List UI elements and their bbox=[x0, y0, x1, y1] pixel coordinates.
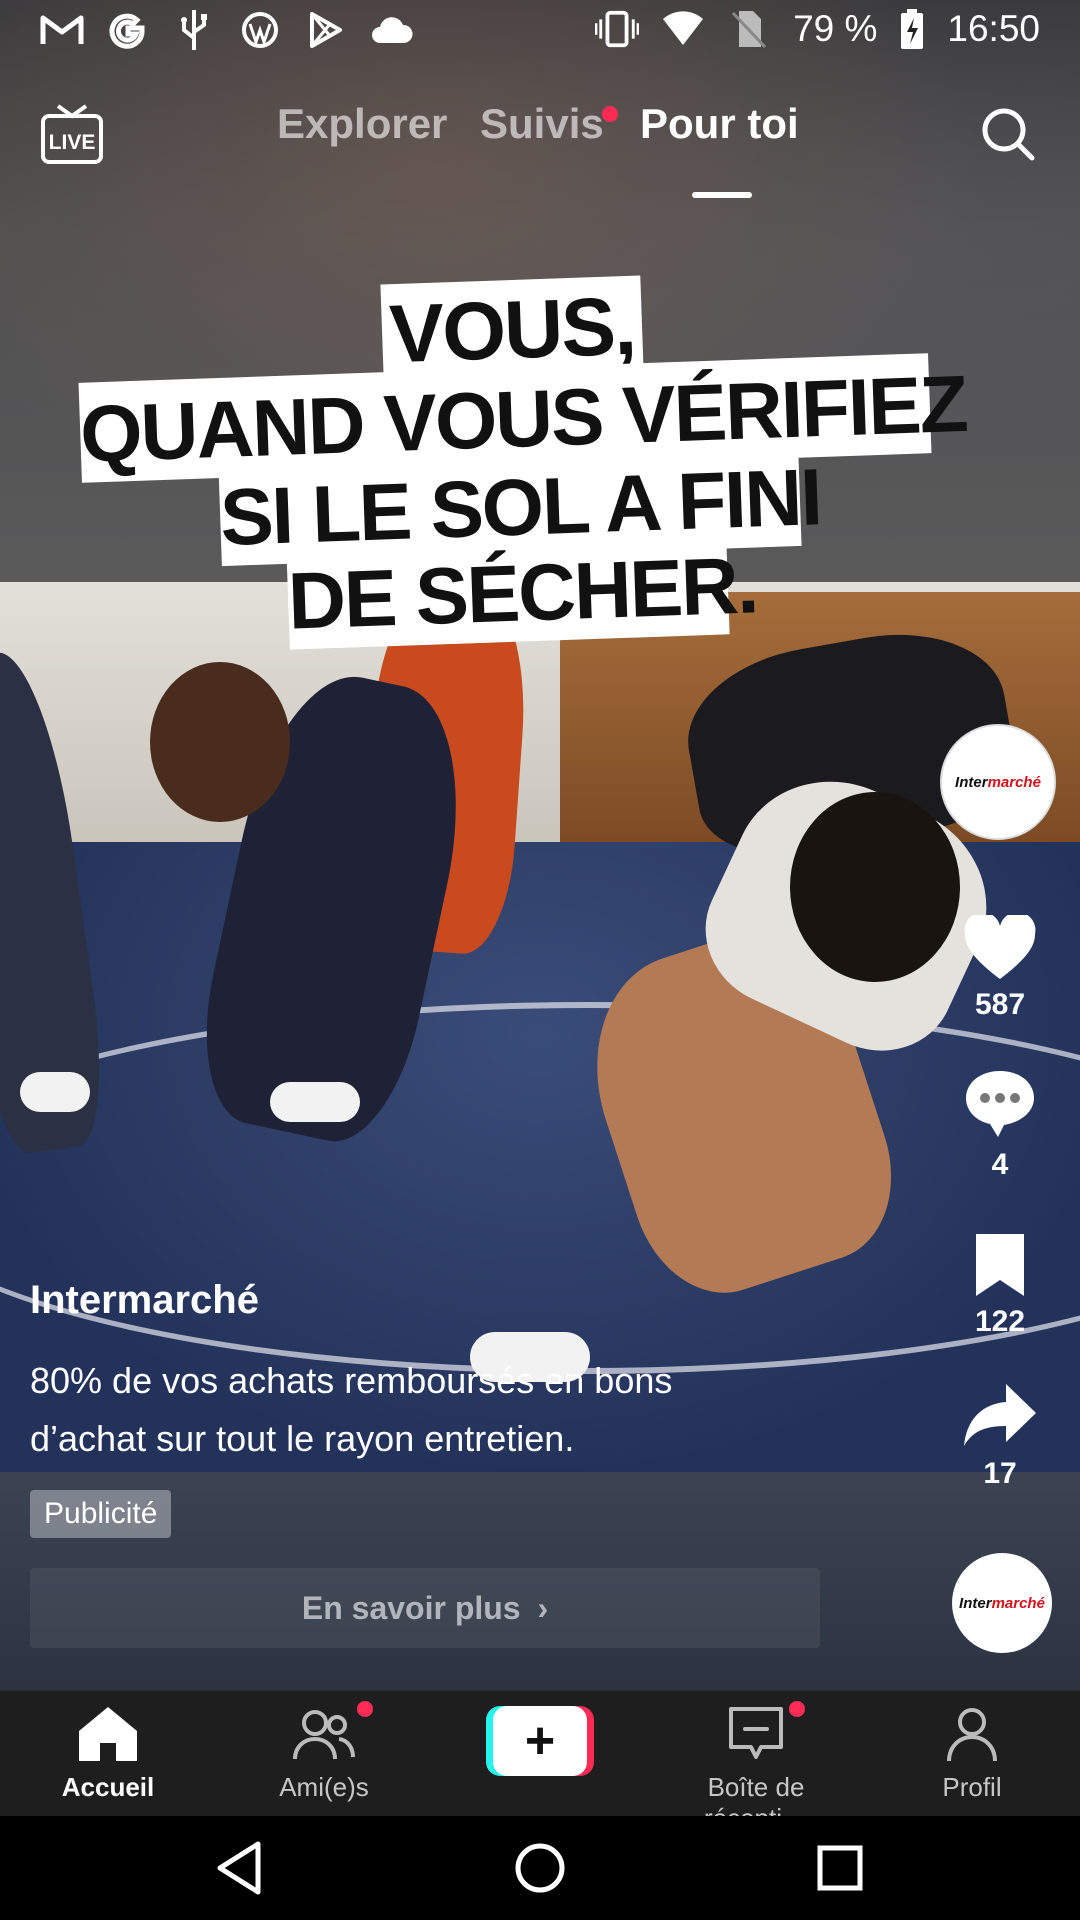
home-nav-button[interactable] bbox=[510, 1838, 570, 1898]
system-navigation-bar bbox=[0, 1816, 1080, 1920]
tab-profil[interactable]: Profil bbox=[872, 1705, 1072, 1803]
wordpress-icon bbox=[238, 10, 282, 50]
tab-label: Accueil bbox=[61, 1772, 155, 1802]
active-tab-indicator bbox=[692, 192, 752, 198]
bookmark-button[interactable]: 122 bbox=[940, 1230, 1060, 1339]
sound-disc[interactable]: Intermarché bbox=[952, 1553, 1052, 1653]
feed-tabs: Explorer Suivis Pour toi bbox=[0, 100, 1080, 198]
recents-icon bbox=[817, 1845, 863, 1891]
bookmark-count: 122 bbox=[974, 1305, 1026, 1338]
status-bar: 79 % 16:50 bbox=[0, 0, 1080, 62]
wifi-icon bbox=[661, 9, 705, 49]
back-button[interactable] bbox=[210, 1838, 270, 1898]
top-navigation: LIVE Explorer Suivis Pour toi bbox=[0, 90, 1080, 200]
intermarche-logo: Intermarché bbox=[959, 1594, 1045, 1612]
tab-inbox[interactable]: Boîte de récepti… bbox=[656, 1705, 856, 1834]
cloud-icon bbox=[370, 10, 414, 50]
search-button[interactable] bbox=[980, 106, 1036, 162]
tab-pour-toi[interactable]: Pour toi bbox=[640, 100, 799, 148]
status-icons-left bbox=[40, 10, 414, 50]
ad-badge: Publicité bbox=[30, 1490, 172, 1538]
home-circle-icon bbox=[515, 1843, 565, 1893]
recents-button[interactable] bbox=[810, 1838, 870, 1898]
tab-label: Profil bbox=[942, 1772, 1002, 1802]
search-icon bbox=[982, 108, 1035, 161]
tab-label: Ami(e)s bbox=[279, 1772, 369, 1802]
tab-suivis[interactable]: Suivis bbox=[480, 100, 604, 148]
gmail-icon bbox=[40, 10, 84, 50]
bookmark-icon bbox=[976, 1234, 1024, 1296]
like-count: 587 bbox=[974, 988, 1026, 1021]
tab-explorer[interactable]: Explorer bbox=[277, 100, 447, 148]
back-icon bbox=[217, 1841, 261, 1895]
learn-more-label: En savoir plus bbox=[301, 1590, 521, 1626]
bottom-tab-bar: Accueil Ami(e)s + Boîte de récepti… Prof… bbox=[0, 1690, 1080, 1833]
like-button[interactable]: 587 bbox=[940, 912, 1060, 1022]
battery-percent: 79 % bbox=[793, 8, 878, 49]
intermarche-logo: Intermarché bbox=[955, 773, 1041, 791]
share-count: 17 bbox=[983, 1457, 1017, 1490]
status-icons-right: 79 % 16:50 bbox=[595, 8, 1040, 50]
battery-charging-icon bbox=[899, 9, 925, 49]
inbox-notification-dot bbox=[789, 1701, 805, 1717]
google-icon bbox=[106, 10, 150, 50]
caption-line: DE SÉCHER. bbox=[286, 534, 758, 650]
video-caption: VOUS, QUAND VOUS VÉRIFIEZ SI LE SOL A FI… bbox=[78, 275, 968, 660]
inbox-icon bbox=[729, 1707, 783, 1759]
video-frame bbox=[0, 582, 1080, 1472]
comment-icon bbox=[966, 1071, 1034, 1137]
learn-more-button[interactable]: En savoir plus › bbox=[30, 1568, 820, 1648]
post-description: 80% de vos achats remboursés en bons d’a… bbox=[30, 1360, 673, 1459]
share-button[interactable]: 17 bbox=[940, 1380, 1060, 1491]
chevron-right-icon: › bbox=[537, 1590, 549, 1626]
sock bbox=[20, 1072, 90, 1112]
author-avatar[interactable]: Intermarché bbox=[940, 724, 1056, 840]
amis-notification-dot bbox=[357, 1701, 373, 1717]
comment-count: 4 bbox=[991, 1148, 1009, 1181]
plus-icon: + bbox=[493, 1706, 587, 1776]
play-store-icon bbox=[304, 10, 348, 50]
usb-icon bbox=[172, 10, 216, 50]
home-icon bbox=[79, 1707, 137, 1761]
share-icon bbox=[964, 1384, 1036, 1446]
vibrate-icon bbox=[595, 9, 640, 49]
tab-amis[interactable]: Ami(e)s bbox=[224, 1705, 424, 1803]
author-name[interactable]: Intermarché bbox=[30, 1278, 259, 1323]
comment-button[interactable]: 4 bbox=[940, 1065, 1060, 1182]
suivis-notification-dot bbox=[602, 106, 618, 122]
clock: 16:50 bbox=[947, 8, 1040, 49]
sock bbox=[270, 1082, 360, 1122]
create-button[interactable]: + bbox=[486, 1706, 594, 1776]
profile-icon bbox=[947, 1708, 997, 1762]
friends-icon bbox=[293, 1710, 355, 1760]
tab-accueil[interactable]: Accueil bbox=[8, 1705, 208, 1803]
no-sim-icon bbox=[727, 9, 771, 49]
person-navy-head bbox=[150, 662, 290, 822]
person-white-head bbox=[790, 792, 960, 982]
heart-icon bbox=[964, 912, 1036, 979]
